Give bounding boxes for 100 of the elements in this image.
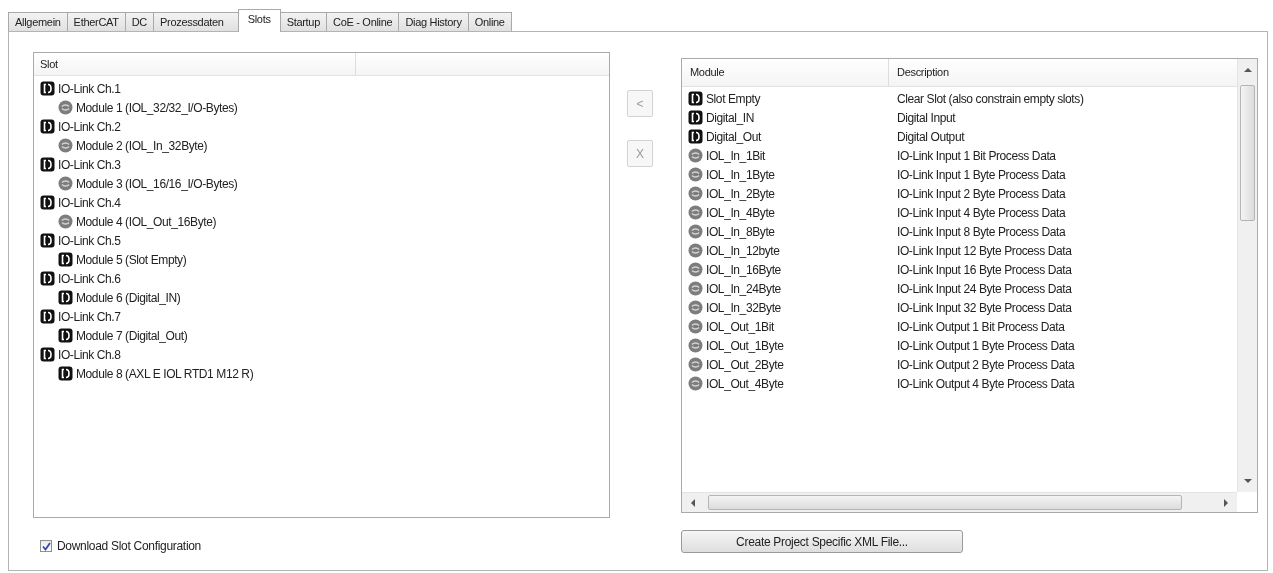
module-icon [688, 300, 703, 315]
slot-icon [688, 110, 703, 125]
module-icon [688, 357, 703, 372]
tree-item[interactable]: IO-Link Ch.1 [58, 81, 121, 96]
tree-item[interactable]: Module 5 (Slot Empty) [76, 252, 187, 267]
module-icon [688, 224, 703, 239]
tab[interactable]: Online [467, 12, 512, 31]
table-cell: IO-Link Input 24 Byte Process Data [897, 281, 1072, 296]
tree-item[interactable]: IO-Link Ch.2 [58, 119, 121, 134]
module-icon [688, 281, 703, 296]
table-cell: Clear Slot (also constrain empty slots) [897, 91, 1084, 106]
slot-icon [688, 129, 703, 144]
tab[interactable]: CoE - Online [326, 12, 400, 31]
slot-icon [40, 347, 55, 362]
table-cell: IO-Link Output 1 Bit Process Data [897, 319, 1065, 334]
table-cell: IOL_In_4Byte [706, 205, 775, 220]
module-icon [58, 138, 73, 153]
module-icon [688, 262, 703, 277]
scroll-left-icon[interactable] [690, 499, 695, 507]
table-cell: Digital_IN [706, 110, 755, 125]
tree-item[interactable]: Module 7 (Digital_Out) [76, 328, 188, 343]
tab[interactable]: Startup [279, 12, 327, 31]
table-cell: IOL_In_8Byte [706, 224, 775, 239]
tree-item[interactable]: Module 1 (IOL_32/32_I/O-Bytes) [76, 100, 238, 115]
tree-item[interactable]: Module 2 (IOL_In_32Byte) [76, 138, 208, 153]
tree-item[interactable]: IO-Link Ch.8 [58, 347, 121, 362]
table-cell: Digital_Out [706, 129, 761, 144]
module-icon [688, 376, 703, 391]
module-icon [688, 205, 703, 220]
table-cell: IO-Link Input 12 Byte Process Data [897, 243, 1072, 258]
column-header[interactable]: Description [889, 59, 957, 86]
table-cell: Digital Input [897, 110, 956, 125]
scroll-down-icon[interactable] [1244, 479, 1252, 484]
tab[interactable]: EtherCAT [66, 12, 126, 31]
module-icon [58, 214, 73, 229]
scrollbar-thumb[interactable] [1240, 85, 1255, 221]
tab[interactable]: DC [124, 12, 154, 31]
table-cell: IO-Link Input 4 Byte Process Data [897, 205, 1066, 220]
table-cell: IOL_In_16Byte [706, 262, 781, 277]
slot-icon [58, 328, 73, 343]
tab[interactable]: Allgemein [8, 12, 68, 31]
table-cell: IO-Link Input 8 Byte Process Data [897, 224, 1066, 239]
table-cell: IO-Link Input 16 Byte Process Data [897, 262, 1072, 277]
slot-icon [40, 157, 55, 172]
scroll-up-icon[interactable] [1244, 67, 1252, 72]
table-cell: Digital Output [897, 129, 965, 144]
module-icon [688, 186, 703, 201]
scroll-right-icon[interactable] [1224, 499, 1229, 507]
slot-icon [40, 81, 55, 96]
table-cell: IO-Link Output 1 Byte Process Data [897, 338, 1075, 353]
module-icon [58, 100, 73, 115]
module-icon [688, 338, 703, 353]
tree-item[interactable]: IO-Link Ch.6 [58, 271, 121, 286]
module-icon [688, 319, 703, 334]
create-xml-button[interactable]: Create Project Specific XML File... [681, 530, 963, 553]
table-cell: Slot Empty [706, 91, 761, 106]
slot-icon [688, 91, 703, 106]
table-cell: IOL_In_1Byte [706, 167, 775, 182]
module-icon [58, 176, 73, 191]
checkbox-label[interactable]: Download Slot Configuration [57, 539, 201, 553]
module-icon [688, 148, 703, 163]
table-cell: IO-Link Input 1 Bit Process Data [897, 148, 1056, 163]
table-cell: IOL_Out_2Byte [706, 357, 784, 372]
slot-icon [58, 366, 73, 381]
slot-icon [40, 271, 55, 286]
table-cell: IOL_In_24Byte [706, 281, 781, 296]
table-cell: IOL_In_2Byte [706, 186, 775, 201]
tree-item[interactable]: Module 4 (IOL_Out_16Byte) [76, 214, 217, 229]
table-cell: IO-Link Output 4 Byte Process Data [897, 376, 1075, 391]
table-cell: IOL_Out_1Byte [706, 338, 784, 353]
tree-item[interactable]: Module 6 (Digital_IN) [76, 290, 181, 305]
module-icon [688, 167, 703, 182]
table-cell: IOL_In_12byte [706, 243, 780, 258]
checkbox[interactable] [40, 540, 52, 552]
table-cell: IO-Link Output 2 Byte Process Data [897, 357, 1075, 372]
tree-item[interactable]: IO-Link Ch.4 [58, 195, 121, 210]
slot-icon [40, 195, 55, 210]
horizontal-scrollbar[interactable] [682, 492, 1237, 512]
table-cell: IO-Link Input 2 Byte Process Data [897, 186, 1066, 201]
tree-item[interactable]: Module 8 (AXL E IOL RTD1 M12 R) [76, 366, 254, 381]
tab[interactable]: Slots [237, 9, 281, 32]
slot-icon [58, 252, 73, 267]
column-header[interactable]: Module [682, 59, 889, 86]
tree-item[interactable]: IO-Link Ch.3 [58, 157, 121, 172]
tree-item[interactable]: IO-Link Ch.5 [58, 233, 121, 248]
table-cell: IOL_Out_4Byte [706, 376, 784, 391]
table-cell: IOL_In_32Byte [706, 300, 781, 315]
slot-icon [40, 309, 55, 324]
slot-icon [40, 233, 55, 248]
module-icon [688, 243, 703, 258]
tree-item[interactable]: Module 3 (IOL_16/16_I/O-Bytes) [76, 176, 238, 191]
vertical-scrollbar[interactable] [1237, 59, 1257, 492]
slot-icon [58, 290, 73, 305]
table-cell: IOL_In_1Bit [706, 148, 765, 163]
slot-icon [40, 119, 55, 134]
table-cell: IOL_Out_1Bit [706, 319, 774, 334]
scrollbar-thumb[interactable] [708, 495, 1182, 510]
tab[interactable]: Prozessdaten [153, 12, 239, 31]
tree-item[interactable]: IO-Link Ch.7 [58, 309, 121, 324]
tab[interactable]: Diag History [398, 12, 469, 31]
